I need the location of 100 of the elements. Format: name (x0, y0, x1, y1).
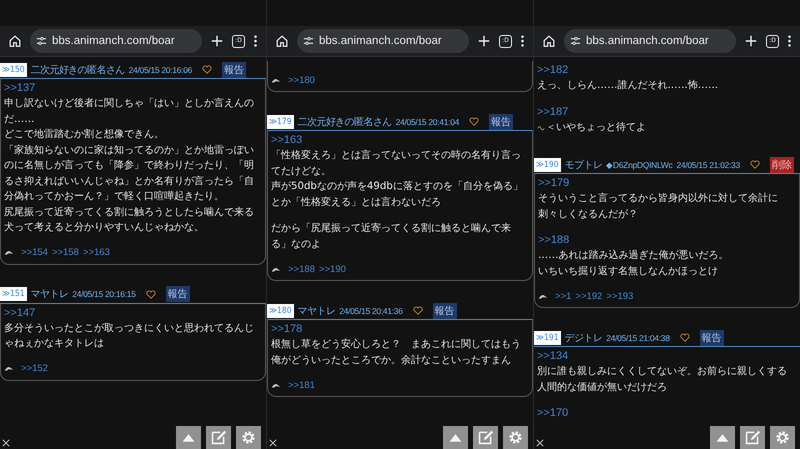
post-number-link[interactable]: ≫151 (0, 287, 27, 301)
report-button[interactable]: 報告 (432, 302, 457, 318)
post-text-line: のに名無しが言っても「降参」で終わりだったり、「明 (4, 158, 254, 173)
reply-link[interactable]: >>158 (52, 245, 79, 260)
post-number-link[interactable]: ≫150 (0, 62, 27, 76)
post-text-line: 「家族知らないのに家は知ってるのか」とか地雷っぽい (4, 144, 254, 158)
replies-icon (271, 382, 281, 388)
post-date: 24/05/15 20:41:36 (339, 306, 403, 316)
report-button[interactable]: 報告 (489, 114, 514, 130)
compose-button[interactable] (740, 426, 765, 449)
post-text-line: 尻尾振って近寄ってくる割に触ろうとしたら噛んで来る (4, 206, 254, 220)
scroll-top-button[interactable] (176, 426, 201, 449)
scroll-top-button[interactable] (710, 426, 735, 449)
post-text-line: 分偽れってかおーん？」で軽く口喧嘩起きたり。 (4, 190, 224, 204)
post-number-link[interactable]: ≫179 (267, 114, 294, 128)
post-number-link[interactable]: ≫190 (534, 158, 561, 172)
delete-button[interactable]: 削除 (770, 156, 794, 172)
post-date: 24/05/15 20:16:06 (128, 64, 192, 74)
reply-anchor-link[interactable]: >>179 (538, 176, 570, 191)
site-settings-icon[interactable] (570, 36, 581, 46)
heart-icon[interactable] (146, 290, 156, 298)
settings-button[interactable] (236, 426, 261, 449)
more-menu-icon[interactable] (520, 34, 525, 48)
compose-button[interactable] (206, 426, 231, 449)
post-text-line: 声が50dbなのが声を49dbに落とすのを「自分を偽る」 (271, 180, 523, 194)
settings-button[interactable] (770, 426, 795, 449)
replies-icon (4, 249, 14, 256)
home-icon[interactable] (542, 34, 556, 48)
reply-anchor-link[interactable]: >>147 (4, 306, 36, 320)
heart-icon[interactable] (680, 333, 690, 342)
post-date: 24/05/15 21:04:38 (606, 332, 670, 342)
heart-icon[interactable] (750, 160, 760, 169)
heart-icon[interactable] (469, 117, 480, 126)
report-button[interactable]: 報告 (166, 286, 190, 302)
post-date: 24/05/15 20:41:04 (396, 116, 460, 126)
post-text-line: とか「性格変える」とは言わないだろ (271, 196, 441, 210)
post-text-line: えっ、しらん……誰んだそれ……怖…… (537, 78, 718, 93)
poster-name: 二次元好きの匿名さん (298, 116, 392, 128)
post-text-line: だ…… (4, 112, 34, 126)
reply-link[interactable]: >>193 (606, 288, 634, 304)
address-bar[interactable]: bbs.animanch.com/boar (30, 29, 202, 53)
post-number-link[interactable]: ≫191 (534, 330, 561, 344)
compose-button[interactable] (473, 426, 498, 449)
poster-name: デジトレ (564, 332, 602, 344)
reply-link[interactable]: >>1 (555, 288, 572, 304)
post-date: 24/05/15 21:02:33 (676, 160, 740, 170)
poster-name: 二次元好きの匿名さん (30, 64, 125, 76)
reply-link[interactable]: >>192 (575, 288, 602, 304)
post-number-link[interactable]: ≫180 (267, 304, 294, 318)
report-button[interactable]: 報告 (700, 330, 724, 346)
reply-anchor-link[interactable]: >>182 (537, 63, 568, 78)
small-emoji-icon (537, 124, 545, 131)
reply-anchor-link[interactable]: >>170 (537, 406, 568, 421)
post-text-line: るさ抑えればいいんじゃね」とか名有りが言ったら「自 (4, 174, 254, 188)
reply-link[interactable]: >>190 (318, 262, 346, 276)
settings-icon (240, 429, 257, 446)
reply-link[interactable]: >>180 (288, 72, 315, 88)
reply-anchor-link[interactable]: >>178 (271, 322, 302, 337)
close-icon[interactable] (269, 439, 277, 447)
heart-icon[interactable] (412, 306, 423, 315)
more-menu-icon[interactable] (253, 34, 258, 48)
reply-link[interactable]: >>181 (288, 378, 315, 392)
home-icon[interactable] (275, 34, 289, 48)
reply-link[interactable]: >>154 (21, 245, 48, 260)
address-bar[interactable]: bbs.animanch.com/boar (564, 29, 736, 53)
reply-link[interactable]: >>188 (288, 262, 315, 276)
post-text-line: 俺がどういったところでか。余計なこといったすまん (271, 354, 511, 368)
post-text-line: ……あれは踏み込み過ぎた俺が悪いだろ。 (538, 248, 728, 263)
settings-button[interactable] (503, 426, 528, 449)
heart-icon[interactable] (202, 65, 212, 74)
report-button[interactable]: 報告 (222, 62, 246, 78)
site-settings-icon[interactable] (303, 36, 314, 46)
reply-anchor-link[interactable]: >>188 (538, 233, 570, 248)
address-bar[interactable]: bbs.animanch.com/boar (297, 29, 469, 53)
new-tab-icon[interactable] (477, 34, 491, 48)
reply-anchor-link[interactable]: >>134 (537, 349, 568, 364)
reply-anchor-link[interactable]: >>163 (271, 133, 302, 148)
post-text-line: 申し訳ないけど後者に関しちゃ「はい」としか言えんの (4, 96, 254, 111)
site-settings-icon[interactable] (36, 36, 47, 46)
more-menu-icon[interactable] (787, 34, 792, 48)
reply-link[interactable]: >>152 (21, 361, 48, 376)
post-text-line: 「性格変えろ」とは言ってないってその時の名有り言っ (271, 148, 521, 163)
post-date: 24/05/15 20:16:15 (72, 289, 136, 299)
reply-anchor-link[interactable]: >>137 (4, 81, 36, 96)
post-text-line: てたけどな。 (271, 164, 331, 178)
poster-name: モブトレ (564, 158, 602, 172)
post-text-line: そういうこと言ってるから皆身内以外に対して余計に (538, 192, 778, 206)
new-tab-icon[interactable] (210, 34, 224, 48)
replies-icon (4, 365, 14, 372)
new-tab-icon[interactable] (744, 34, 758, 48)
post-text-line: どこで地雷踏むか割と想像できん。 (4, 128, 164, 142)
scroll-top-button[interactable] (443, 426, 468, 449)
close-icon[interactable] (536, 439, 544, 447)
poster-name: マヤトレ (30, 288, 68, 301)
reply-anchor-link[interactable]: >>187 (537, 104, 568, 120)
home-icon[interactable] (8, 34, 22, 48)
close-icon[interactable] (2, 439, 10, 447)
replies-icon (538, 292, 548, 300)
reply-link[interactable]: >>163 (82, 245, 110, 260)
settings-icon (507, 429, 524, 446)
